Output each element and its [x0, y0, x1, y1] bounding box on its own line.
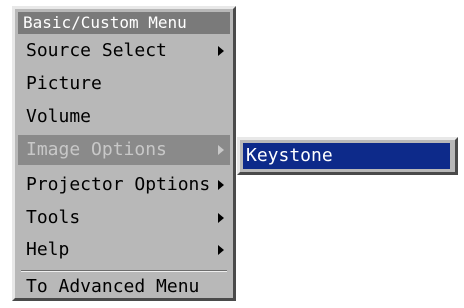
menu-item-label: Projector Options	[26, 174, 211, 195]
menu-item-label: Help	[26, 239, 70, 260]
chevron-right-icon	[218, 245, 224, 255]
menu-item-label: Volume	[26, 106, 92, 127]
menu-item-label: To Advanced Menu	[26, 276, 200, 297]
menu-item-label: Picture	[26, 73, 102, 94]
submenu-item-keystone[interactable]: Keystone	[243, 143, 450, 169]
menu-item-picture[interactable]: Picture	[18, 69, 230, 99]
menu-item-label: Source Select	[26, 40, 167, 61]
chevron-right-icon	[218, 180, 224, 190]
menu-item-tools[interactable]: Tools	[18, 203, 230, 233]
chevron-right-icon	[218, 145, 224, 155]
menu-item-image-options[interactable]: Image Options	[18, 135, 230, 165]
menu-item-help[interactable]: Help	[18, 235, 230, 265]
menu-item-label: Tools	[26, 207, 81, 228]
menu-title: Basic/Custom Menu	[18, 12, 230, 34]
menu-item-label: Image Options	[26, 139, 167, 160]
menu-item-source-select[interactable]: Source Select	[18, 36, 230, 66]
image-options-submenu: Keystone	[237, 137, 458, 175]
menu-item-projector-options[interactable]: Projector Options	[18, 170, 230, 200]
chevron-right-icon	[218, 46, 224, 56]
basic-custom-menu: Basic/Custom Menu Source Select Picture …	[12, 6, 236, 301]
menu-item-to-advanced-menu[interactable]: To Advanced Menu	[18, 272, 230, 302]
menu-item-volume[interactable]: Volume	[18, 102, 230, 132]
chevron-right-icon	[218, 213, 224, 223]
